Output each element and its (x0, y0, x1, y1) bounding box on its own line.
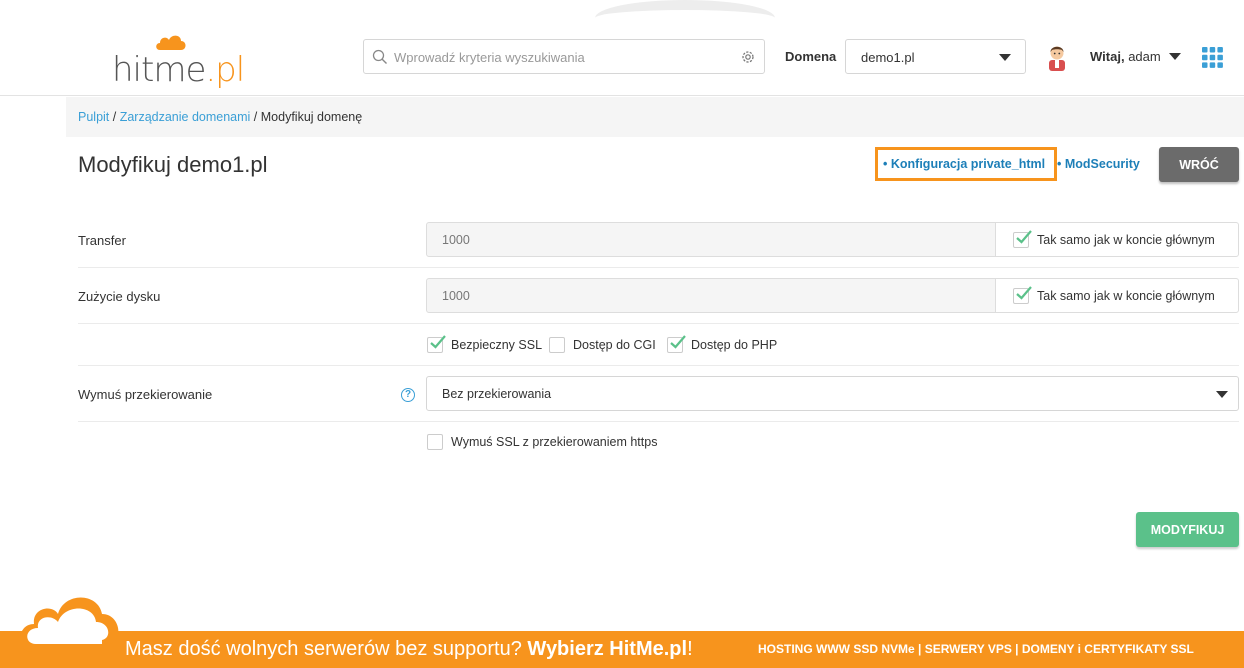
disk-value: 1000 (442, 289, 470, 303)
force-ssl-label: Wymuś SSL z przekierowaniem https (451, 435, 658, 449)
bullet: • (883, 157, 888, 171)
domain-label: Domena (785, 49, 837, 64)
domain-select[interactable]: demo1.pl (845, 39, 1026, 74)
transfer-value: 1000 (442, 233, 470, 247)
search-box[interactable] (363, 39, 765, 74)
gear-icon[interactable] (740, 49, 756, 65)
logo-suffix: .pl (205, 50, 245, 90)
transfer-input[interactable]: 1000 (426, 222, 996, 257)
redirect-row: Wymuś przekierowanie ? Bez przekierowani… (78, 366, 1239, 422)
checkmark-icon (1016, 286, 1032, 300)
avatar[interactable] (1046, 43, 1068, 71)
modify-button[interactable]: MODYFIKUJ (1136, 512, 1239, 547)
help-icon[interactable]: ? (401, 388, 415, 402)
user-greeting[interactable]: Witaj, adam (1090, 49, 1161, 64)
private-html-link[interactable]: • Konfiguracja private_html (883, 157, 1045, 171)
breadcrumb-link-pulpit[interactable]: Pulpit (78, 110, 109, 124)
footer-slogan: Masz dość wolnych serwerów bez supportu?… (125, 638, 693, 660)
transfer-inherit-checkbox[interactable] (1013, 230, 1032, 248)
transfer-inherit-toggle[interactable]: Tak samo jak w koncie głównym (995, 222, 1239, 257)
breadcrumb-separator: / (109, 110, 120, 124)
disk-label: Zużycie dysku (78, 289, 161, 304)
transfer-label: Transfer (78, 233, 126, 248)
disk-inherit-checkbox[interactable] (1013, 286, 1032, 304)
transfer-inherit-label: Tak samo jak w koncie głównym (1037, 233, 1215, 247)
ssl-checkbox[interactable] (427, 335, 446, 353)
modsecurity-label: ModSecurity (1064, 157, 1140, 171)
disk-input[interactable]: 1000 (426, 278, 996, 313)
user-menu-chevron-icon[interactable] (1169, 53, 1181, 60)
footer-exclaim: ! (687, 638, 693, 660)
logo-text: hitme.pl (112, 50, 245, 90)
chevron-down-icon (1216, 391, 1228, 398)
chevron-down-icon (999, 54, 1011, 61)
footer-links[interactable]: HOSTING WWW SSD NVMe | SERWERY VPS | DOM… (758, 642, 1194, 656)
search-input[interactable] (394, 46, 734, 68)
private-html-label: Konfiguracja private_html (890, 157, 1046, 171)
page-title: Modyfikuj demo1.pl (78, 152, 268, 177)
disk-inherit-label: Tak samo jak w koncie głównym (1037, 289, 1215, 303)
breadcrumb-link-domains[interactable]: Zarządzanie domenami (120, 110, 251, 124)
logo-cloud-icon (156, 35, 186, 50)
header: hitme.pl Domena demo1.pl Wit (0, 18, 1244, 96)
bullet: • (1057, 157, 1062, 171)
disk-inherit-toggle[interactable]: Tak samo jak w koncie głównym (995, 278, 1239, 313)
redirect-select-value: Bez przekierowania (442, 387, 552, 401)
cgi-checkbox[interactable] (549, 337, 565, 353)
user-name: adam (1128, 49, 1161, 64)
redirect-select[interactable]: Bez przekierowania (426, 376, 1239, 411)
domain-select-value: demo1.pl (861, 50, 915, 65)
breadcrumb-separator: / (250, 110, 261, 124)
transfer-row: Transfer 1000 Tak samo jak w koncie głów… (78, 212, 1239, 268)
options-row: Bezpieczny SSL Dostęp do CGI Dostęp do P… (78, 324, 1239, 366)
back-button[interactable]: WRÓĆ (1159, 147, 1239, 182)
cgi-label: Dostęp do CGI (573, 338, 656, 352)
php-label: Dostęp do PHP (691, 338, 778, 352)
disk-row: Zużycie dysku 1000 Tak samo jak w koncie… (78, 268, 1239, 324)
php-checkbox[interactable] (667, 335, 686, 353)
checkmark-icon (1016, 230, 1032, 244)
checkmark-icon (430, 335, 446, 349)
breadcrumb-trail: Pulpit / Zarządzanie domenami / Modyfiku… (78, 110, 362, 124)
force-ssl-checkbox[interactable] (427, 434, 443, 450)
breadcrumb: Pulpit / Zarządzanie domenami / Modyfiku… (66, 97, 1244, 137)
breadcrumb-current: Modyfikuj domenę (260, 110, 363, 124)
logo[interactable]: hitme.pl (112, 32, 245, 90)
cloud-icon (20, 597, 119, 652)
ssl-label: Bezpieczny SSL (451, 338, 543, 352)
apps-grid-icon[interactable] (1202, 47, 1223, 68)
redirect-label: Wymuś przekierowanie (78, 387, 213, 402)
search-icon (372, 49, 387, 64)
modsecurity-link[interactable]: • ModSecurity (1057, 157, 1140, 171)
footer-cta[interactable]: Wybierz HitMe.pl (527, 638, 687, 660)
page: hitme.pl Domena demo1.pl Wit (0, 0, 1244, 668)
checkmark-icon (670, 335, 686, 349)
